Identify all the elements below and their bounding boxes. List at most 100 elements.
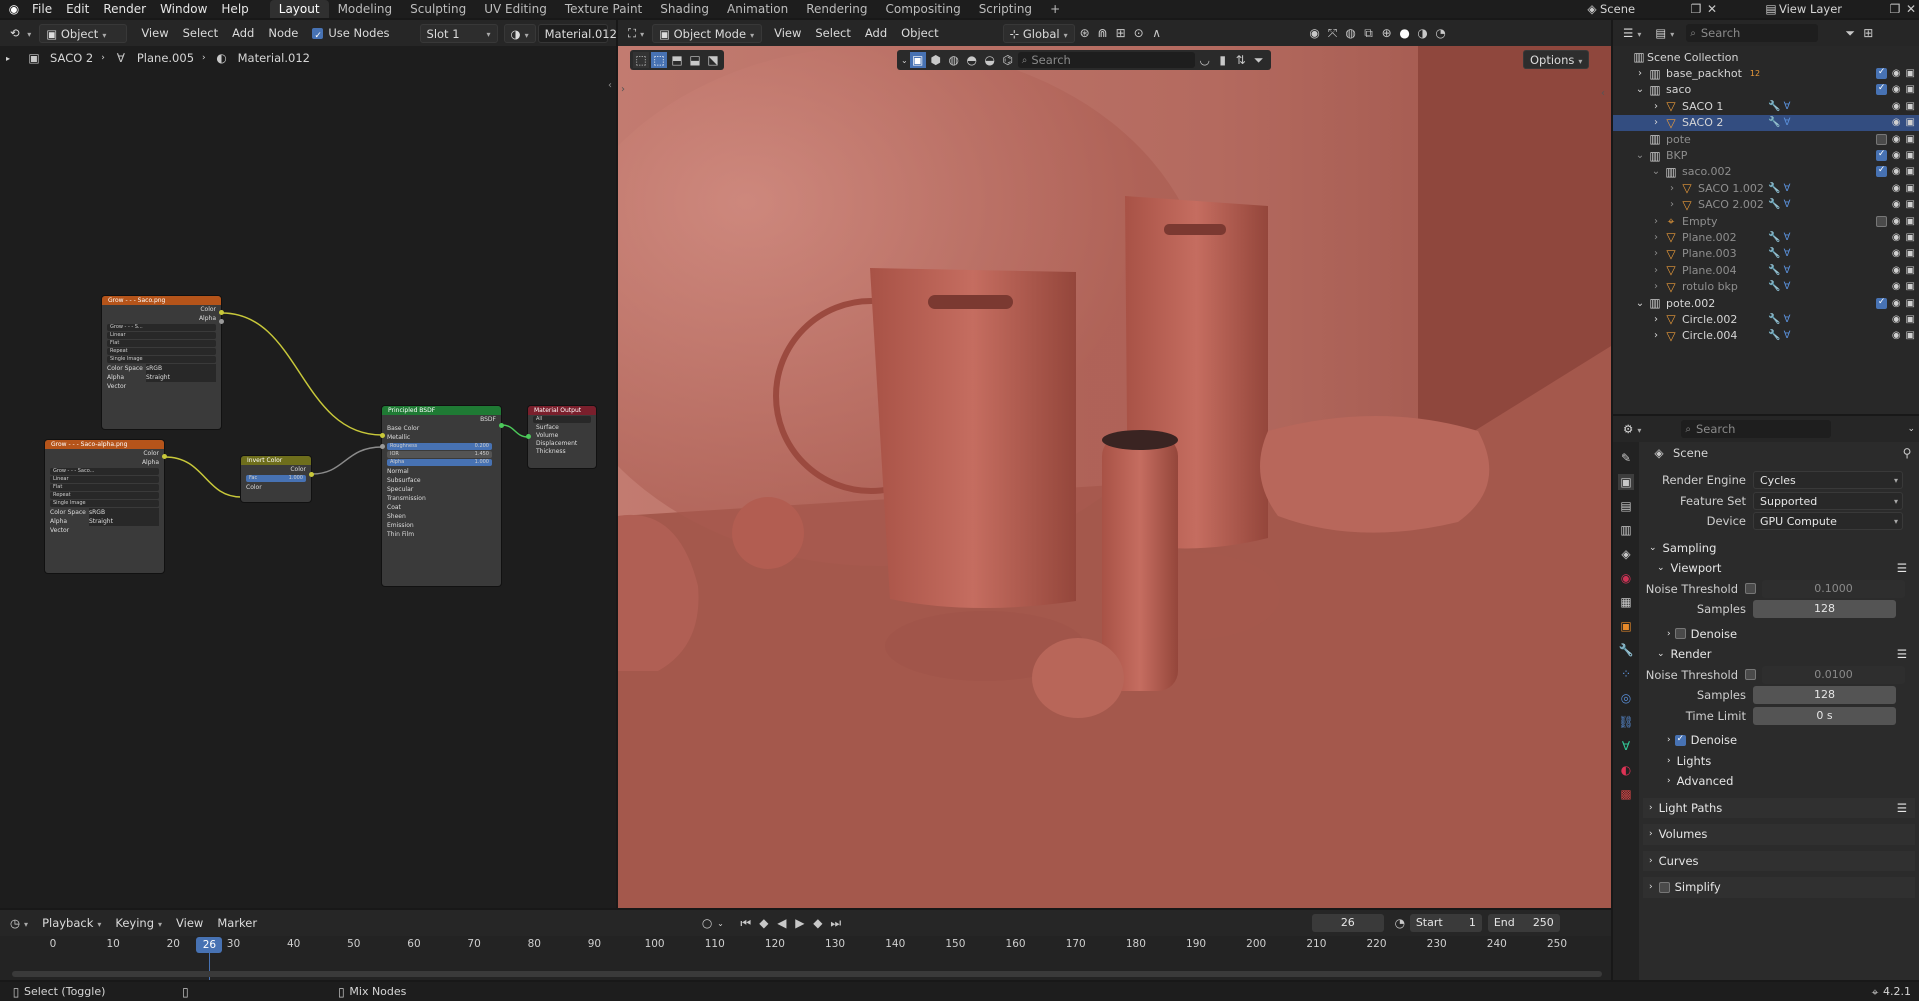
color-space-value[interactable]: sRGB [146,364,216,373]
outliner-row[interactable]: ›▥base_packhot12◉▣ [1613,65,1919,81]
toolbar-toggle-icon[interactable]: › [621,84,625,95]
select-extend-icon[interactable]: ⬒ [669,52,685,68]
workspace-tab-texture-paint[interactable]: Texture Paint [556,0,651,18]
camera-icon[interactable]: ▣ [1906,281,1915,292]
target-field[interactable]: All [533,416,591,423]
camera-icon[interactable]: ▣ [1906,166,1915,177]
exclude-checkbox[interactable] [1875,149,1887,162]
editor-type-button[interactable]: ☰ ▾ [1617,24,1647,43]
object-tab-icon[interactable]: ▣ [1618,618,1634,634]
ior-field[interactable]: IOR 1.450 [387,451,492,458]
wireframe-shading-icon[interactable]: ⊕ [1379,25,1395,41]
select-intersect-icon[interactable]: ⬔ [705,52,721,68]
vp-denoise-subpanel[interactable]: › Denoise [1643,624,1915,645]
light-paths-panel[interactable]: › Light Paths ☰ [1643,797,1915,818]
outliner-row[interactable]: ⌄▥BKP◉▣ [1613,147,1919,163]
chevron-down-icon[interactable]: ⌄ [1907,424,1915,434]
exclude-checkbox[interactable] [1875,133,1887,145]
display-mode-button[interactable]: ▤ ▾ [1649,24,1680,43]
particles-tab-icon[interactable]: ⁘ [1618,666,1634,682]
chevron-right-icon[interactable]: › [1649,330,1663,341]
render-tab-icon[interactable]: ▣ [1618,474,1634,490]
curves-panel[interactable]: › Curves [1643,850,1915,871]
falloff-icon[interactable]: ∧ [1149,25,1165,41]
node-header[interactable]: Material Output [528,406,596,415]
projection-field[interactable]: Flat [50,484,159,491]
tweak-tool-icon[interactable]: ⬚ [633,52,649,68]
outliner-row[interactable]: ⌄▥saco.002◉▣ [1613,164,1919,180]
chevron-right-icon[interactable]: › [1649,117,1663,128]
close-icon[interactable]: ✕ [1903,1,1919,17]
workspace-tab-compositing[interactable]: Compositing [876,0,969,18]
play-reverse-icon[interactable]: ◀ [774,915,790,931]
sampling-panel-header[interactable]: ⌄ Sampling [1643,538,1915,559]
eye-icon[interactable]: ◉ [1892,166,1901,177]
current-frame-field[interactable]: 26 [1311,914,1384,932]
camera-icon[interactable]: ▣ [1906,232,1915,243]
r-denoise-subpanel[interactable]: › Denoise [1643,730,1915,751]
source-field[interactable]: Single Image [107,356,216,363]
menu-help[interactable]: Help [214,0,255,18]
view-layer-selector[interactable]: ▤ View Layer ❐ ✕ [1763,0,1919,18]
physics-tab-icon[interactable]: ◎ [1618,690,1634,706]
feature-set-dropdown[interactable]: Supported ▾ [1753,491,1903,510]
blender-logo-icon[interactable]: ◉ [6,1,22,17]
modifier-data-icons[interactable]: 🔧 ∀ [1768,101,1790,112]
eye-icon[interactable]: ◉ [1892,232,1901,243]
workspace-tab-shading[interactable]: Shading [651,0,718,18]
roughness-field[interactable]: Roughness 0.200 [387,443,492,450]
menu-render[interactable]: Render [96,0,153,18]
interpolation-field[interactable]: Linear [107,332,216,339]
eye-icon[interactable]: ◉ [1892,183,1901,194]
camera-icon[interactable]: ▣ [1906,84,1915,95]
select-subtract-icon[interactable]: ⬓ [687,52,703,68]
render-subpanel-header[interactable]: ⌄ Render ☰ [1643,644,1915,665]
camera-icon[interactable]: ▣ [1906,68,1915,79]
camera-icon[interactable]: ▣ [1906,183,1915,194]
principled-bsdf-node[interactable]: Principled BSDF BSDF Base Color Metallic… [382,406,501,586]
viewport-search-input[interactable]: ⌕ Search [1017,52,1195,68]
material-tab-icon[interactable]: ◐ [1618,762,1634,778]
viewport-subpanel-header[interactable]: ⌄ Viewport ☰ [1643,558,1915,579]
camera-icon[interactable]: ▣ [1906,248,1915,259]
pivot-icon[interactable]: ⊛ [1077,25,1093,41]
node-header[interactable]: Grow - - - Saco-alpha.png [45,440,164,449]
camera-icon[interactable]: ▣ [1906,265,1915,276]
modifier-data-icons[interactable]: 🔧 ∀ [1768,232,1790,243]
timeline[interactable]: ◷ ▾ Playback ▾ Keying ▾ View Marker ○ ⌄ ⏮ ◆… [0,910,1611,980]
material-output-node[interactable]: Material Output All Surface Volume Displac… [528,406,596,468]
select-box-icon[interactable]: ⬚ [651,52,667,68]
exclude-checkbox[interactable] [1875,215,1887,227]
socket-base-color[interactable] [380,433,385,438]
menu-view[interactable]: View [768,24,807,43]
jump-keyframe-back-icon[interactable]: ◆ [756,915,772,931]
search-options-icon[interactable]: ◡ [1197,52,1213,68]
eye-icon[interactable]: ◉ [1892,281,1901,292]
menu-select[interactable]: Select [809,24,856,43]
outliner-row[interactable]: › ▽ rotulo bkp 🔧 ∀ ◉ ▣ [1613,278,1919,294]
vp-samples-field[interactable]: 128 [1753,600,1896,619]
playback-menu[interactable]: Playback ▾ [36,914,107,933]
sidebar-toggle-icon[interactable]: ‹ [1601,88,1605,99]
workspace-tab-modeling[interactable]: Modeling [329,0,402,18]
close-icon[interactable]: ✕ [1704,1,1720,17]
properties-editor[interactable]: ⚙ ▾ ⌕ Search ⌄ ✎ ▣ ▤ ▥ ◈ ◉ ▦ ▣ 🔧 ⁘ ◎ ⛓ ∀ ◐… [1613,416,1919,980]
extension-field[interactable]: Repeat [107,348,216,355]
object-visibility-icon[interactable]: ▣ [909,52,926,68]
visibility-icon[interactable]: ◉ [1307,25,1323,41]
workspace-tab-sculpting[interactable]: Sculpting [401,0,475,18]
eye-icon[interactable]: ◉ [1892,101,1901,112]
add-workspace-button[interactable]: + [1041,0,1069,18]
simplify-checkbox[interactable] [1658,881,1670,893]
bsdf-section-transmission[interactable]: Transmission [382,494,501,503]
editor-type-button[interactable]: ⚙ ▾ [1617,420,1647,439]
scene-selector[interactable]: ◈ Scene ❐ ✕ [1584,0,1720,18]
sort-icon[interactable]: ⇅ [1233,52,1249,68]
outliner-row[interactable]: › ▽ Plane.003 🔧 ∀ ◉ ▣ [1613,246,1919,262]
extension-field[interactable]: Repeat [50,492,159,499]
empty-filter-icon[interactable]: ⌬ [1000,52,1016,68]
camera-icon[interactable]: ▣ [1906,150,1915,161]
end-frame-field[interactable]: End 250 [1487,914,1560,932]
workspace-tab-animation[interactable]: Animation [718,0,797,18]
keying-menu[interactable]: Keying ▾ [109,914,168,933]
